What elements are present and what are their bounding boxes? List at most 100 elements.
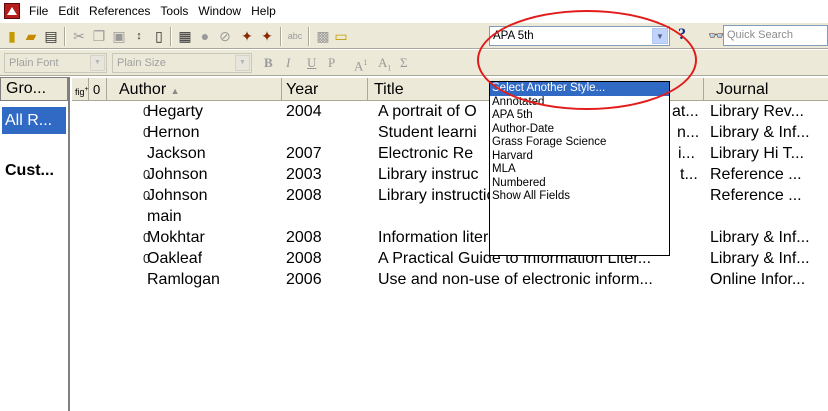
reference-year: 2003 — [286, 166, 322, 183]
font-select-value: Plain Font — [9, 57, 59, 69]
column-year[interactable]: Year — [282, 78, 368, 101]
superscript-label: A — [354, 58, 364, 74]
export-icon[interactable]: ✦ — [258, 27, 276, 45]
reference-author: Johnson — [147, 187, 208, 204]
table-row[interactable]: 0 Mokhtar 2008 Information literacy educ… — [72, 227, 828, 248]
output-style-value: APA 5th — [493, 30, 534, 42]
table-row[interactable]: Jackson 2007 Electronic Re i... Library … — [72, 143, 828, 164]
table-row[interactable]: 0 Johnson 2008 Library instruction and i… — [72, 185, 828, 206]
table-row[interactable]: main — [72, 206, 828, 227]
toolbar-separator — [280, 27, 282, 46]
style-option-grass-forage-science[interactable]: Grass Forage Science — [490, 136, 669, 150]
chevron-down-icon[interactable]: ▼ — [90, 55, 105, 71]
menu-references[interactable]: References — [84, 0, 155, 22]
output-style-dropdown: Select Another Style... Annotated APA 5t… — [489, 81, 670, 256]
attach-file-icon[interactable]: ⊘ — [216, 27, 234, 45]
print-icon[interactable]: ▤ — [42, 27, 60, 45]
sort-ascending-icon: ▲ — [170, 86, 180, 96]
reference-year: 2008 — [286, 229, 322, 246]
group-custom[interactable]: Cust... — [5, 161, 54, 181]
column-journal-label: Journal — [716, 81, 769, 98]
subscript-label: A — [378, 55, 388, 70]
column-figure[interactable]: fig+ — [72, 78, 89, 101]
style-option-numbered[interactable]: Numbered — [490, 177, 669, 191]
style-option-harvard[interactable]: Harvard — [490, 150, 669, 164]
font-select[interactable]: Plain Font ▼ — [4, 53, 107, 73]
cut-icon[interactable]: ✂ — [70, 27, 88, 45]
reference-list: 0 Hegarty 2004 A portrait of O at... Lib… — [72, 101, 828, 411]
find-full-text-icon[interactable]: ● — [196, 27, 214, 45]
table-row[interactable]: Ramlogan 2006 Use and non-use of electro… — [72, 269, 828, 290]
bold-button[interactable]: B — [264, 54, 273, 72]
reference-journal: Library & Inf... — [710, 124, 810, 141]
size-select[interactable]: Plain Size ▼ — [112, 53, 252, 73]
style-option-select-another[interactable]: Select Another Style... — [490, 82, 669, 96]
column-author-label: Author — [119, 81, 167, 98]
chevron-down-icon[interactable]: ▼ — [235, 55, 250, 71]
reference-author: Ramlogan — [147, 271, 220, 288]
menu-edit[interactable]: Edit — [53, 0, 84, 22]
column-figure-label: fig — [75, 87, 85, 97]
column-attachment[interactable]: 0 — [89, 78, 107, 101]
reference-journal: Online Infor... — [710, 271, 806, 288]
table-row[interactable]: 0 Hernon Student learni n... Library & I… — [72, 122, 828, 143]
style-option-annotated[interactable]: Annotated — [490, 96, 669, 110]
reference-title-tail: n... — [677, 124, 700, 141]
help-icon[interactable]: ? — [678, 26, 686, 44]
show-all-icon[interactable]: ▦ — [176, 27, 194, 45]
format-toolbar: Plain Font ▼ Plain Size ▼ B I U P A1 A1 … — [0, 50, 828, 76]
open-library-icon[interactable]: ▰ — [22, 27, 40, 45]
reference-journal: Reference ... — [710, 187, 802, 204]
toolbar-separator — [64, 27, 66, 46]
menu-help[interactable]: Help — [246, 0, 281, 22]
import-icon[interactable]: ✦ — [238, 27, 256, 45]
reference-title: A portrait of O — [378, 103, 477, 120]
endnote-app-icon[interactable] — [4, 3, 20, 19]
output-style-select[interactable]: APA 5th ▼ — [489, 26, 670, 46]
spell-check-icon[interactable]: abc — [286, 27, 304, 45]
menu-file[interactable]: File — [24, 0, 53, 22]
style-option-mla[interactable]: MLA — [490, 163, 669, 177]
reference-year: 2007 — [286, 145, 322, 162]
chevron-down-icon[interactable]: ▼ — [652, 28, 668, 44]
superscript-button[interactable]: A1 — [354, 54, 367, 74]
column-year-label: Year — [286, 81, 319, 98]
style-option-show-all-fields[interactable]: Show All Fields — [490, 190, 669, 204]
table-row[interactable]: 0 Johnson 2003 Library instruc t... Refe… — [72, 164, 828, 185]
toolbar-separator — [308, 27, 310, 46]
quick-search-input[interactable]: Quick Search — [723, 25, 828, 46]
subscript-button[interactable]: A1 — [378, 54, 391, 73]
groups-header[interactable]: Gro... — [0, 77, 68, 101]
reference-author: Oakleaf — [147, 250, 203, 267]
plain-button[interactable]: P — [328, 54, 335, 72]
reference-year: 2006 — [286, 271, 322, 288]
paste-icon[interactable]: ▣ — [110, 27, 128, 45]
group-all-references[interactable]: All R... — [2, 107, 66, 134]
reference-journal: Library & Inf... — [710, 229, 810, 246]
reference-list-header: fig+ 0 Author ▲ Year Title Journal — [72, 77, 828, 101]
reference-title-tail: i... — [678, 145, 695, 162]
symbol-button[interactable]: Σ — [400, 54, 408, 72]
copy-icon[interactable]: ❐ — [90, 27, 108, 45]
insert-table-icon[interactable]: ▭ — [332, 27, 350, 45]
table-row[interactable]: 0 Oakleaf 2008 A Practical Guide to Info… — [72, 248, 828, 269]
reference-author: Johnson — [147, 166, 208, 183]
column-journal[interactable]: Journal — [704, 78, 828, 101]
insert-picture-icon[interactable]: ▩ — [314, 27, 332, 45]
reference-journal: Library & Inf... — [710, 250, 810, 267]
preview-icon[interactable]: ▯ — [150, 27, 168, 45]
italic-button[interactable]: I — [286, 54, 290, 72]
sort-icon[interactable]: ↕ — [130, 27, 148, 45]
menu-window[interactable]: Window — [193, 0, 246, 22]
binoculars-icon[interactable]: 👓 — [708, 28, 724, 44]
reference-journal: Library Hi T... — [710, 145, 804, 162]
style-option-apa-5th[interactable]: APA 5th — [490, 109, 669, 123]
style-option-author-date[interactable]: Author-Date — [490, 123, 669, 137]
new-reference-icon[interactable]: ▮ — [3, 27, 21, 45]
underline-button[interactable]: U — [307, 54, 316, 72]
groups-pane: Gro... All R... Cust... — [0, 77, 70, 411]
reference-journal: Library Rev... — [710, 103, 804, 120]
table-row[interactable]: 0 Hegarty 2004 A portrait of O at... Lib… — [72, 101, 828, 122]
column-author[interactable]: Author ▲ — [107, 78, 282, 101]
menu-tools[interactable]: Tools — [155, 0, 193, 22]
